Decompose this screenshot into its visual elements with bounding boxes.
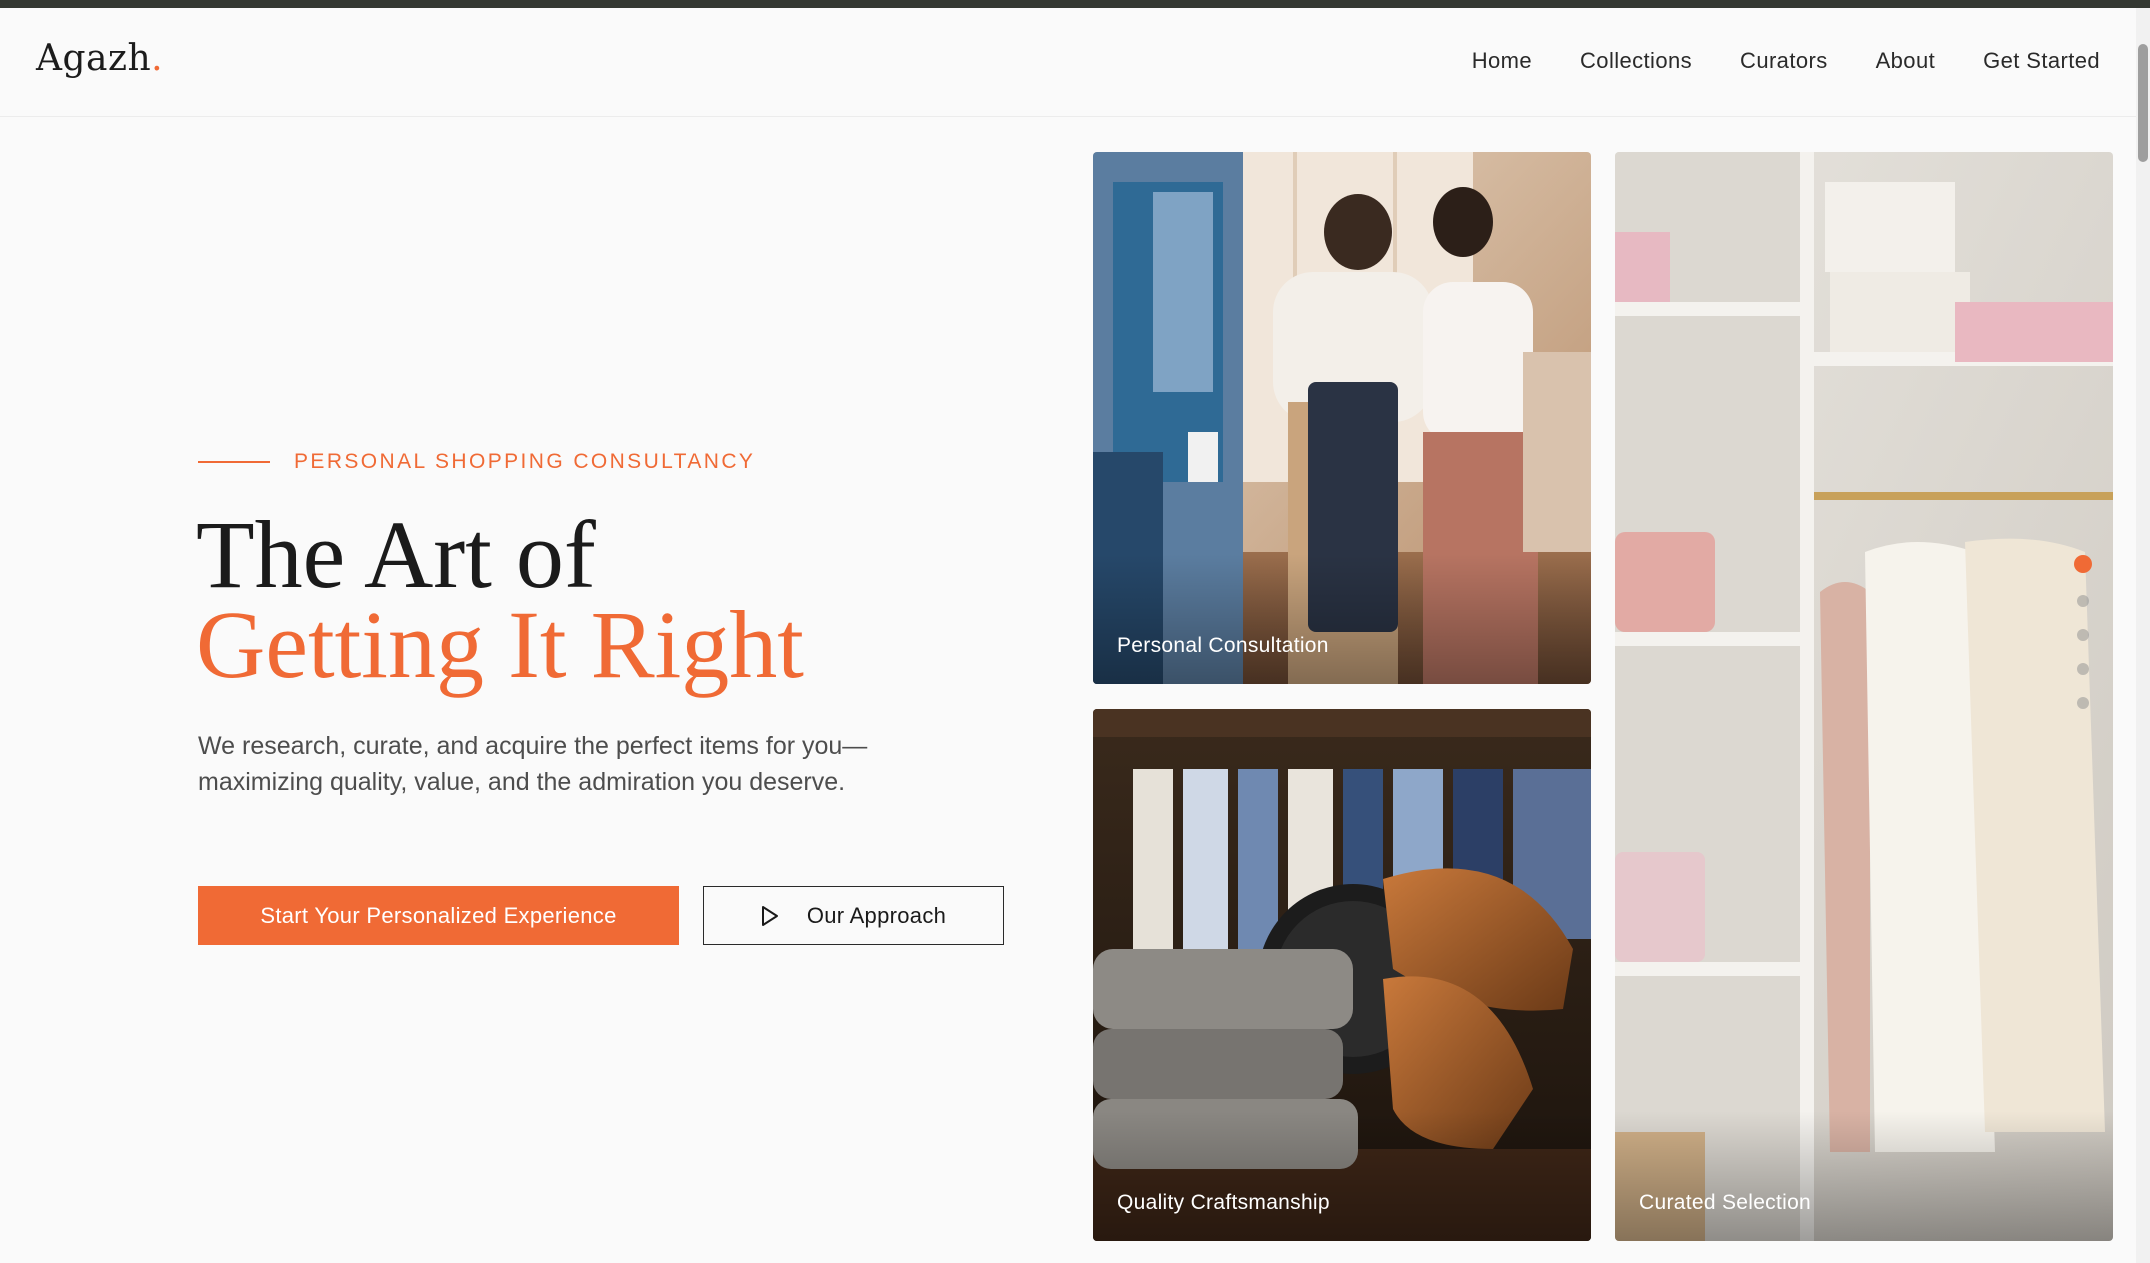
gallery-card-craftsmanship[interactable]: Quality Craftsmanship	[1093, 709, 1591, 1241]
nav-collections[interactable]: Collections	[1580, 48, 1692, 74]
gallery-slider-dots	[2074, 555, 2092, 709]
card-caption: Quality Craftsmanship	[1117, 1191, 1330, 1214]
headline-line-1: The Art of	[196, 501, 596, 608]
curated-selection-photo	[1615, 152, 2113, 1241]
main-nav: Home Collections Curators About Get Star…	[1472, 48, 2100, 74]
gallery-card-consultation[interactable]: Personal Consultation	[1093, 152, 1591, 684]
brand-logo[interactable]: Agazh.	[36, 38, 163, 79]
hero-headline: The Art of Getting It Right	[196, 501, 804, 698]
hero-eyebrow: PERSONAL SHOPPING CONSULTANCY	[294, 450, 756, 473]
nav-home[interactable]: Home	[1472, 48, 1532, 74]
nav-about[interactable]: About	[1876, 48, 1936, 74]
eyebrow-row: PERSONAL SHOPPING CONSULTANCY	[198, 450, 755, 474]
eyebrow-divider	[198, 461, 270, 463]
page-scrollbar[interactable]	[2136, 8, 2150, 1263]
nav-get-started[interactable]: Get Started	[1983, 48, 2100, 74]
slider-dot-1[interactable]	[2074, 555, 2092, 573]
slider-dot-3[interactable]	[2077, 629, 2089, 641]
slider-dot-5[interactable]	[2077, 697, 2089, 709]
navbar: Agazh. Home Collections Curators About G…	[0, 8, 2136, 117]
scrollbar-thumb[interactable]	[2138, 44, 2148, 162]
start-experience-button[interactable]: Start Your Personalized Experience	[198, 886, 679, 945]
caption-shade	[1093, 1111, 1591, 1241]
headline-line-2: Getting It Right	[196, 591, 804, 698]
card-caption: Curated Selection	[1639, 1191, 1812, 1214]
card-caption: Personal Consultation	[1117, 634, 1329, 657]
our-approach-label: Our Approach	[806, 902, 947, 928]
nav-curators[interactable]: Curators	[1740, 48, 1828, 74]
gallery-card-curated[interactable]: Curated Selection	[1615, 152, 2113, 1241]
caption-shade	[1093, 554, 1591, 684]
caption-shade	[1615, 1111, 2113, 1241]
hero-description: We research, curate, and acquire the per…	[198, 732, 868, 796]
slider-dot-2[interactable]	[2077, 595, 2089, 607]
slider-dot-4[interactable]	[2077, 663, 2089, 675]
brand-name: Agazh	[36, 38, 152, 79]
our-approach-button[interactable]: Our Approach	[703, 886, 1004, 945]
play-icon	[761, 905, 778, 926]
top-strip	[0, 0, 2150, 8]
brand-dot: .	[151, 38, 164, 79]
